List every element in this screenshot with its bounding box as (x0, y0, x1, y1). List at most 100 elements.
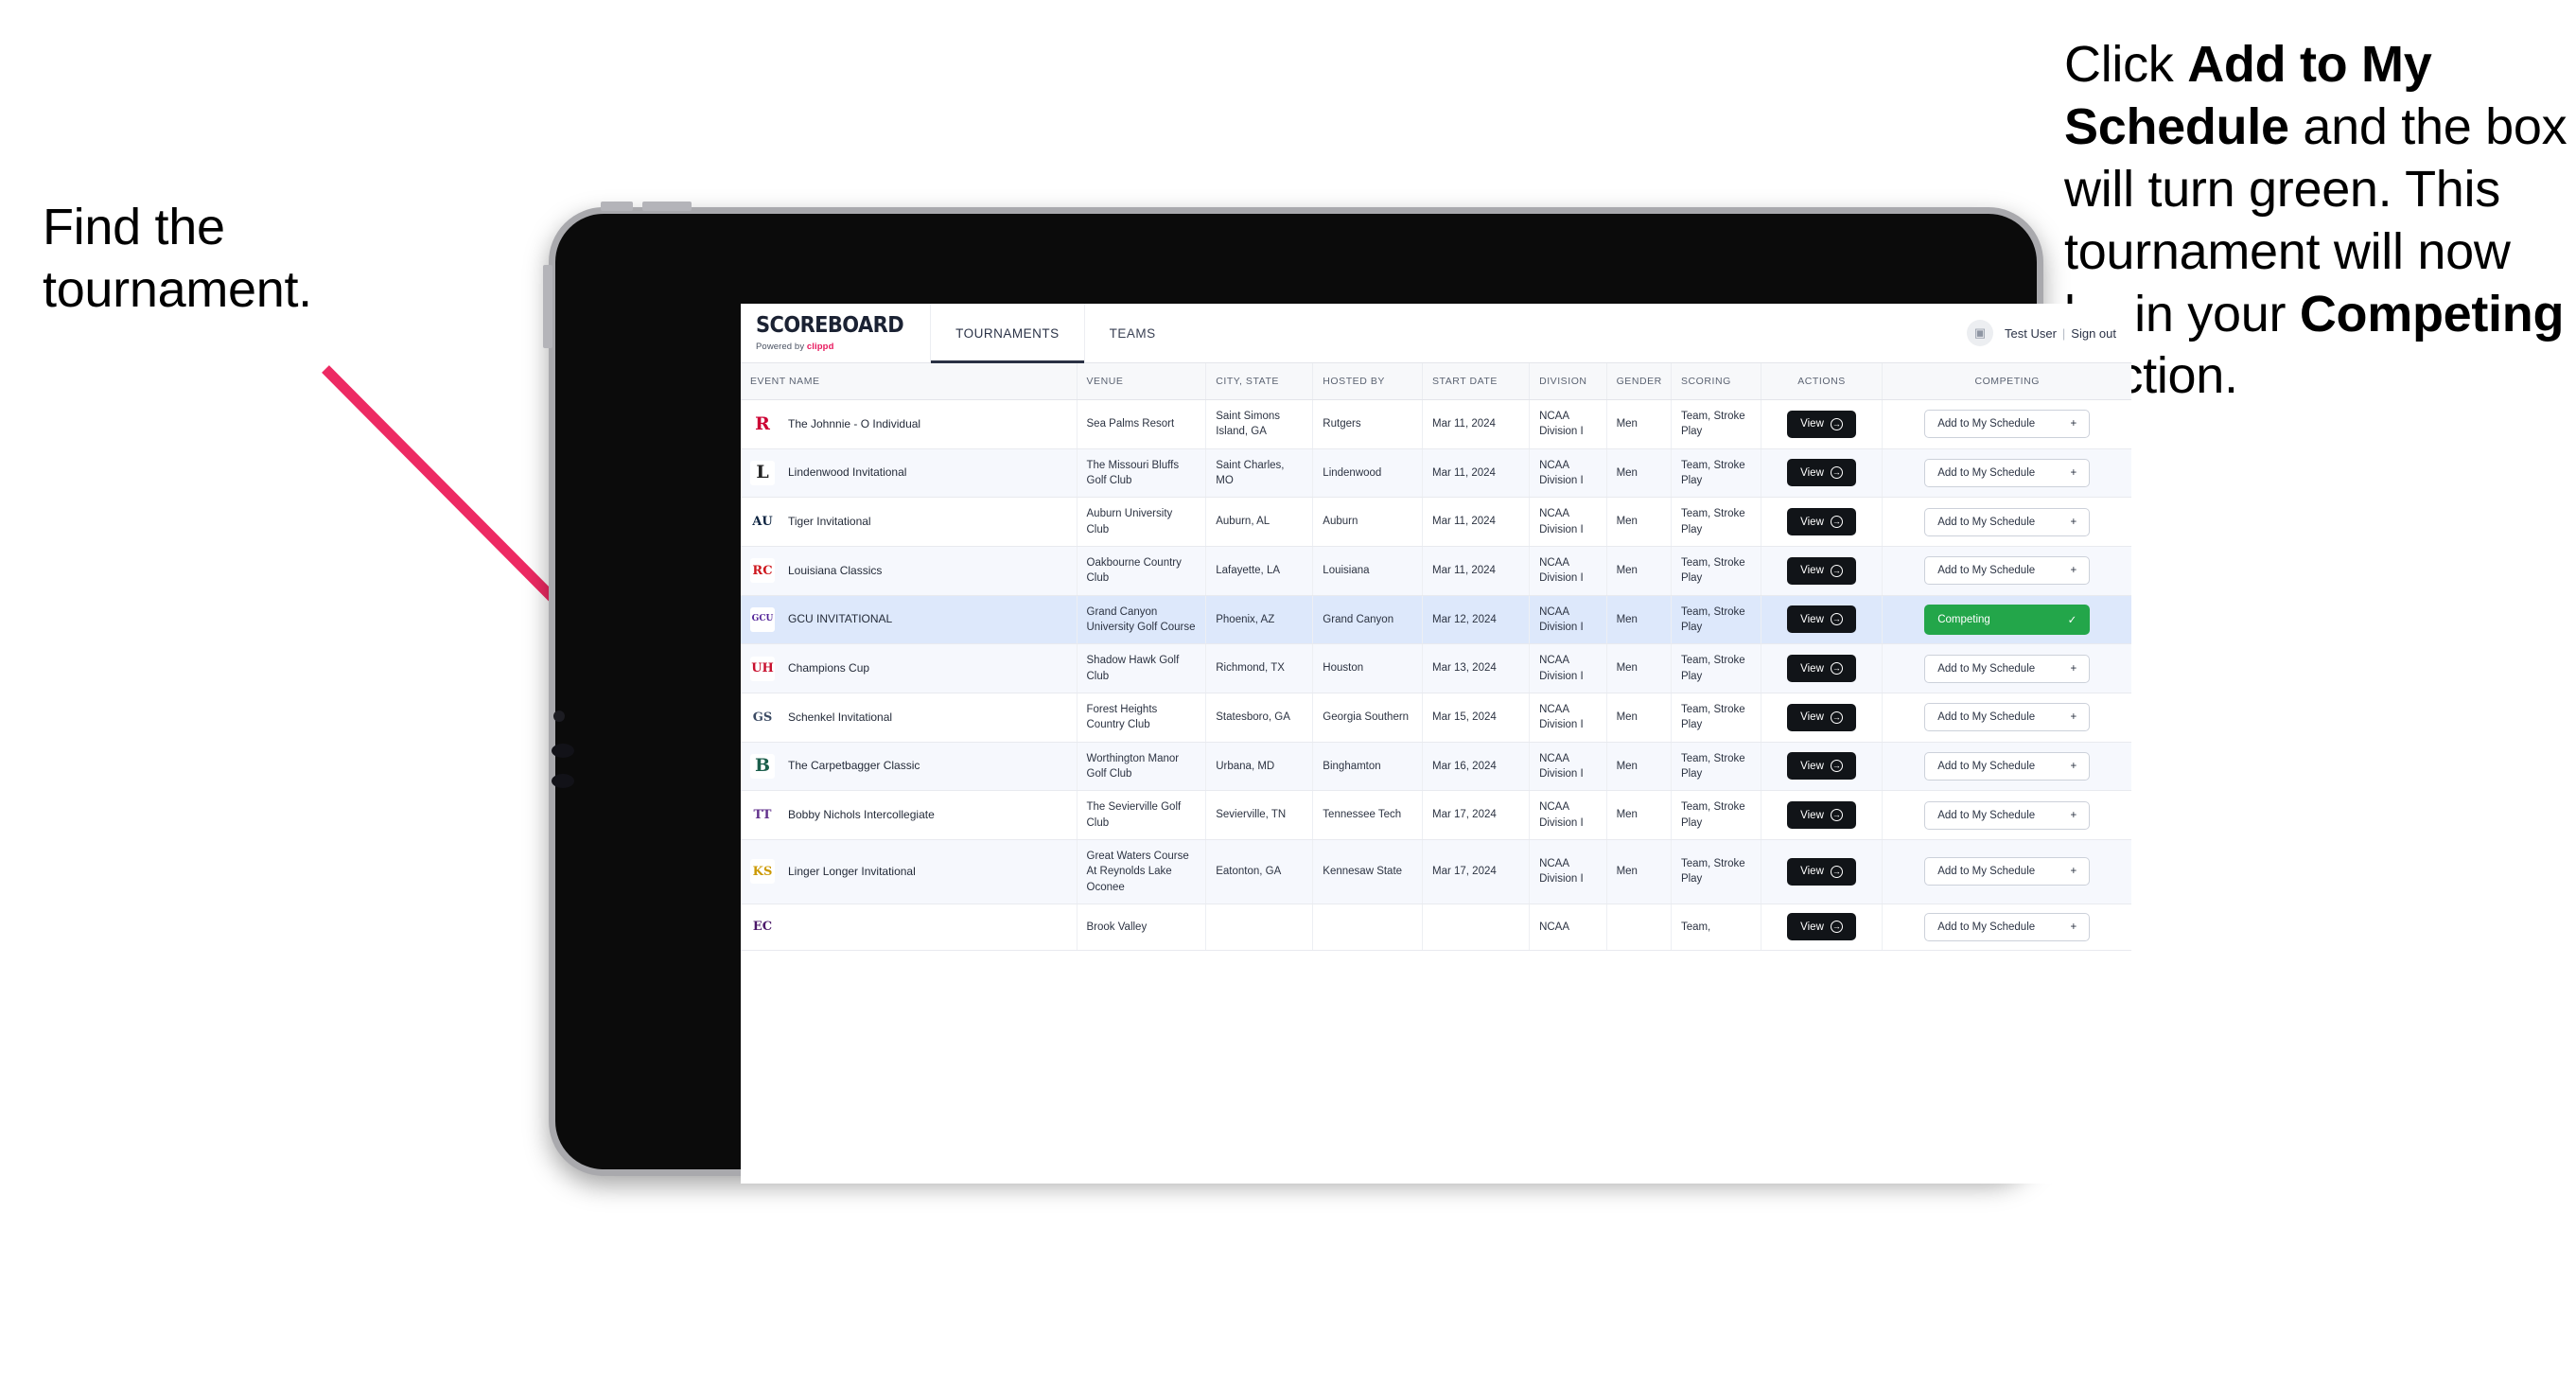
cell-city-state: Lafayette, LA (1205, 546, 1314, 596)
table-row[interactable]: AU Tiger Invitational Auburn University Cl… (741, 497, 2131, 547)
cell-scoring: Team, Stroke Play (1671, 693, 1761, 743)
cell-start-date: Mar 11, 2024 (1422, 497, 1531, 547)
table-row[interactable]: EC Brook Valley NCAA Team, View → Add to My Sc… (741, 904, 2131, 951)
table-row[interactable]: GS Schenkel Invitational Forest Heights Co… (741, 693, 2131, 743)
brand-logo[interactable]: SCOREBOARD Powered by clippd (741, 304, 920, 362)
tablet-power-button[interactable] (642, 202, 692, 211)
add-to-my-schedule-button[interactable]: Add to My Schedule + (1924, 912, 2091, 941)
cell-gender: Men (1606, 790, 1672, 840)
cell-city-state: Phoenix, AZ (1205, 595, 1314, 645)
page-root: Find the tournament. Click Add to My Sch… (0, 0, 2576, 1386)
view-button[interactable]: View → (1787, 857, 1856, 886)
view-button-label: View (1800, 711, 1824, 724)
cell-venue: Forest Heights Country Club (1077, 693, 1207, 743)
tennessee-tech-golden-eagles-logo: TT (750, 802, 775, 828)
table-row[interactable]: GCU GCU INVITATIONAL Grand Canyon Universi… (741, 595, 2131, 645)
event-name-label: Champions Cup (788, 661, 870, 675)
cell-scoring: Team, Stroke Play (1671, 399, 1761, 449)
cell-competing: Add to My Schedule + (1882, 904, 2131, 951)
view-button[interactable]: View → (1787, 801, 1856, 830)
plus-icon: + (2070, 711, 2077, 724)
column-event-name: EVENT NAME (741, 363, 1078, 400)
view-button[interactable]: View → (1787, 913, 1856, 941)
arrow-right-circle-icon: → (1830, 613, 1843, 626)
sign-out-link[interactable]: Sign out (2071, 326, 2116, 341)
view-button[interactable]: View → (1787, 556, 1856, 585)
add-to-my-schedule-button[interactable]: Add to My Schedule + (1924, 556, 2091, 586)
add-to-my-schedule-label: Add to My Schedule (1937, 809, 2036, 821)
column-city-state: CITY, STATE (1205, 363, 1314, 400)
cell-venue: Shadow Hawk Golf Club (1077, 643, 1207, 693)
table-row[interactable]: R The Johnnie - O Individual Sea Palms Res… (741, 399, 2131, 449)
cell-scoring: Team, Stroke Play (1671, 643, 1761, 693)
event-name-label: Tiger Invitational (788, 515, 871, 529)
cell-scoring: Team, Stroke Play (1671, 790, 1761, 840)
view-button[interactable]: View → (1787, 752, 1856, 781)
event-name-label: GCU INVITATIONAL (788, 612, 893, 626)
cell-start-date: Mar 16, 2024 (1422, 742, 1531, 792)
cell-competing: Add to My Schedule + (1882, 790, 2131, 840)
table-row[interactable]: B The Carpetbagger Classic Worthington Man… (741, 742, 2131, 792)
cell-venue: Grand Canyon University Golf Course (1077, 595, 1207, 645)
cell-division: NCAA Division I (1529, 790, 1607, 840)
tablet-side-button[interactable] (543, 265, 552, 348)
cell-actions: View → (1761, 693, 1884, 743)
nav-tabs: TOURNAMENTS TEAMS (930, 304, 1181, 363)
view-button[interactable]: View → (1787, 508, 1856, 536)
view-button-label: View (1800, 466, 1824, 479)
cell-competing: Add to My Schedule + (1882, 448, 2131, 499)
add-to-my-schedule-button[interactable]: Add to My Schedule + (1924, 800, 2091, 830)
annotation-right: Click Add to My Schedule and the box wil… (2064, 36, 2567, 405)
cell-gender: Men (1606, 546, 1672, 596)
table-row[interactable]: RC Louisiana Classics Oakbourne Country Cl… (741, 546, 2131, 596)
table-row[interactable]: L Lindenwood Invitational The Missouri Blu… (741, 448, 2131, 499)
view-button[interactable]: View → (1787, 703, 1856, 731)
cell-division: NCAA Division I (1529, 595, 1607, 645)
view-button-label: View (1800, 866, 1824, 878)
column-start-date: START DATE (1422, 363, 1531, 400)
user-links: Test User | Sign out (2005, 326, 2116, 341)
cell-hosted-by: Auburn (1312, 497, 1423, 547)
cell-competing: Competing ✓ (1882, 595, 2131, 645)
add-to-my-schedule-button[interactable]: Add to My Schedule + (1924, 507, 2091, 536)
view-button[interactable]: View → (1787, 459, 1856, 487)
add-to-my-schedule-button[interactable]: Add to My Schedule + (1924, 751, 2091, 781)
add-to-my-schedule-button[interactable]: Add to My Schedule + (1924, 410, 2091, 439)
tab-tournaments[interactable]: TOURNAMENTS (930, 304, 1085, 363)
cell-scoring: Team, Stroke Play (1671, 839, 1761, 904)
cell-venue: Worthington Manor Golf Club (1077, 742, 1207, 792)
cell-city-state: Eatonton, GA (1205, 839, 1314, 904)
cell-event-name: KS Linger Longer Invitational (741, 839, 1078, 904)
cell-venue: Oakbourne Country Club (1077, 546, 1207, 596)
competing-button[interactable]: Competing ✓ (1924, 604, 2091, 635)
tab-teams[interactable]: TEAMS (1085, 304, 1181, 362)
arrow-right-circle-icon: → (1830, 865, 1843, 878)
user-image-icon[interactable]: ▣ (1967, 320, 1993, 346)
table-header-row: EVENT NAME VENUE CITY, STATE HOSTED BY S… (741, 363, 2131, 400)
cell-venue: Brook Valley (1077, 904, 1207, 951)
tournaments-table: EVENT NAME VENUE CITY, STATE HOSTED BY S… (741, 363, 2131, 951)
brand-powered-prefix: Powered by (756, 341, 807, 352)
add-to-my-schedule-button[interactable]: Add to My Schedule + (1924, 857, 2091, 886)
add-to-my-schedule-button[interactable]: Add to My Schedule + (1924, 654, 2091, 683)
view-button[interactable]: View → (1787, 605, 1856, 634)
view-button[interactable]: View → (1787, 655, 1856, 683)
add-to-my-schedule-button[interactable]: Add to My Schedule + (1924, 458, 2091, 487)
view-button[interactable]: View → (1787, 410, 1856, 438)
cell-event-name: GS Schenkel Invitational (741, 693, 1078, 743)
cell-competing: Add to My Schedule + (1882, 839, 2131, 904)
cell-division: NCAA Division I (1529, 643, 1607, 693)
table-row[interactable]: KS Linger Longer Invitational Great Waters… (741, 839, 2131, 904)
table-row[interactable]: UH Champions Cup Shadow Hawk Golf Club Rich… (741, 643, 2131, 693)
cell-actions: View → (1761, 399, 1884, 449)
cell-hosted-by: Lindenwood (1312, 448, 1423, 499)
table-head: EVENT NAME VENUE CITY, STATE HOSTED BY S… (741, 363, 2131, 400)
cell-hosted-by: Tennessee Tech (1312, 790, 1423, 840)
arrow-right-circle-icon: → (1830, 809, 1843, 822)
cell-division: NCAA Division I (1529, 546, 1607, 596)
cell-event-name: GCU GCU INVITATIONAL (741, 595, 1078, 645)
add-to-my-schedule-button[interactable]: Add to My Schedule + (1924, 703, 2091, 732)
tablet-volume-button[interactable] (601, 202, 633, 211)
table-row[interactable]: TT Bobby Nichols Intercollegiate The Sevie… (741, 790, 2131, 840)
cell-venue: Sea Palms Resort (1077, 399, 1207, 449)
